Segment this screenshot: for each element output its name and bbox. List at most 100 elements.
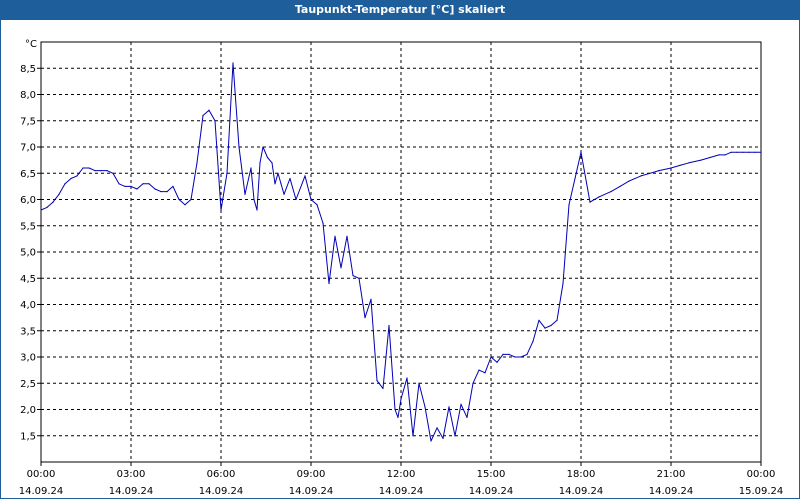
data-point [226,172,228,174]
data-point [70,177,72,180]
data-point [283,193,285,195]
data-point [472,382,474,384]
data-point [619,185,621,187]
x-tick-date: 14.09.24 [109,486,154,497]
x-tick-time: 00:00 [27,469,56,480]
data-point [94,170,96,172]
x-tick-time: 03:00 [117,469,146,480]
data-point [730,151,732,153]
data-point [376,380,378,382]
data-point [679,164,681,166]
y-tick-label: 5,5 [20,221,36,232]
data-point [649,172,651,174]
data-point [58,193,60,195]
data-point [430,440,432,442]
data-point [82,167,84,169]
data-point [556,319,558,321]
data-point [580,151,582,153]
x-tick-date: 14.09.24 [379,486,424,497]
data-point [346,235,348,237]
data-point [214,120,216,122]
chart-frame: 1,5 2,0 2,5 3,0 3,5 4,0 4,5 5,0 5,5 6,0 6,5 7,0 7,5 8… [0,20,800,499]
data-point [709,156,711,159]
data-point [148,183,150,185]
data-point [289,177,291,180]
data-point [448,406,450,408]
y-tick-label: 2,0 [20,405,36,416]
x-tick-time: 09:00 [297,469,326,480]
y-tick-label: 3,5 [20,326,36,337]
x-tick-time: 18:00 [567,469,596,480]
data-point [688,162,690,164]
data-point [574,177,576,180]
data-point [478,369,480,371]
data-point [670,167,672,169]
data-point [274,183,276,185]
data-point [232,62,234,64]
y-tick-label: 8,0 [20,90,36,101]
data-point [202,114,204,117]
data-point [742,151,744,153]
data-point [259,162,261,164]
data-point [568,204,570,206]
data-point [490,356,492,358]
data-point [508,353,510,355]
data-point [484,372,486,374]
data-point [748,151,750,153]
data-point [190,198,192,201]
data-point [514,356,516,358]
chart-title: Taupunkt-Temperatur [°C] skaliert [0,0,800,20]
data-point [340,267,342,269]
data-point [277,172,279,174]
data-point [136,188,138,190]
data-point [154,188,156,190]
data-point [394,408,396,411]
data-point [412,435,414,437]
data-point [52,201,54,203]
x-tick-labels: 00:00 14.09.24 03:00 14.09.24 06:00 14.09.24 0… [19,469,784,497]
y-tick-label: 6,0 [20,195,36,206]
data-point [760,151,762,153]
data-point [334,235,336,237]
data-point [208,109,210,111]
y-tick-labels: 1,5 2,0 2,5 3,0 3,5 4,0 4,5 5,0 5,5 6,0 6,5 7,0 7,5 8… [20,64,36,443]
y-tick-label: 4,0 [20,300,36,311]
data-point [250,167,252,169]
data-point [640,175,642,177]
data-point [238,146,240,148]
x-tick-time: 00:00 [747,469,776,480]
data-point [364,317,366,319]
x-tick-date: 14.09.24 [289,486,334,497]
data-point [316,204,318,206]
data-point [184,204,186,206]
axes [37,41,762,466]
y-tick-label: 5,0 [20,248,36,259]
data-point [754,151,756,153]
x-tick-time: 21:00 [657,469,686,480]
data-point [253,198,255,201]
data-point [658,170,660,172]
data-point [112,172,114,174]
data-point [382,387,384,390]
data-point [100,170,102,172]
data-point [397,416,399,418]
chart-svg: 1,5 2,0 2,5 3,0 3,5 4,0 4,5 5,0 5,5 6,0 6,5 7,0 7,5 8… [19,39,784,497]
data-point [718,154,720,156]
data-point [598,196,600,198]
data-point [460,403,462,405]
data-point [628,180,630,182]
data-point [280,183,282,185]
data-point [358,277,360,279]
x-tick-date: 14.09.24 [649,486,694,497]
data-point [520,356,522,358]
data-point [322,222,324,224]
y-tick-label: 8,5 [20,64,36,75]
data-point [352,275,354,277]
x-tick-time: 06:00 [207,469,236,480]
data-point [304,175,306,177]
data-point [436,427,438,429]
x-tick-time: 15:00 [477,469,506,480]
y-tick-label: 7,0 [20,143,36,154]
data-point [160,191,162,193]
y-tick-label: 4,5 [20,274,36,285]
